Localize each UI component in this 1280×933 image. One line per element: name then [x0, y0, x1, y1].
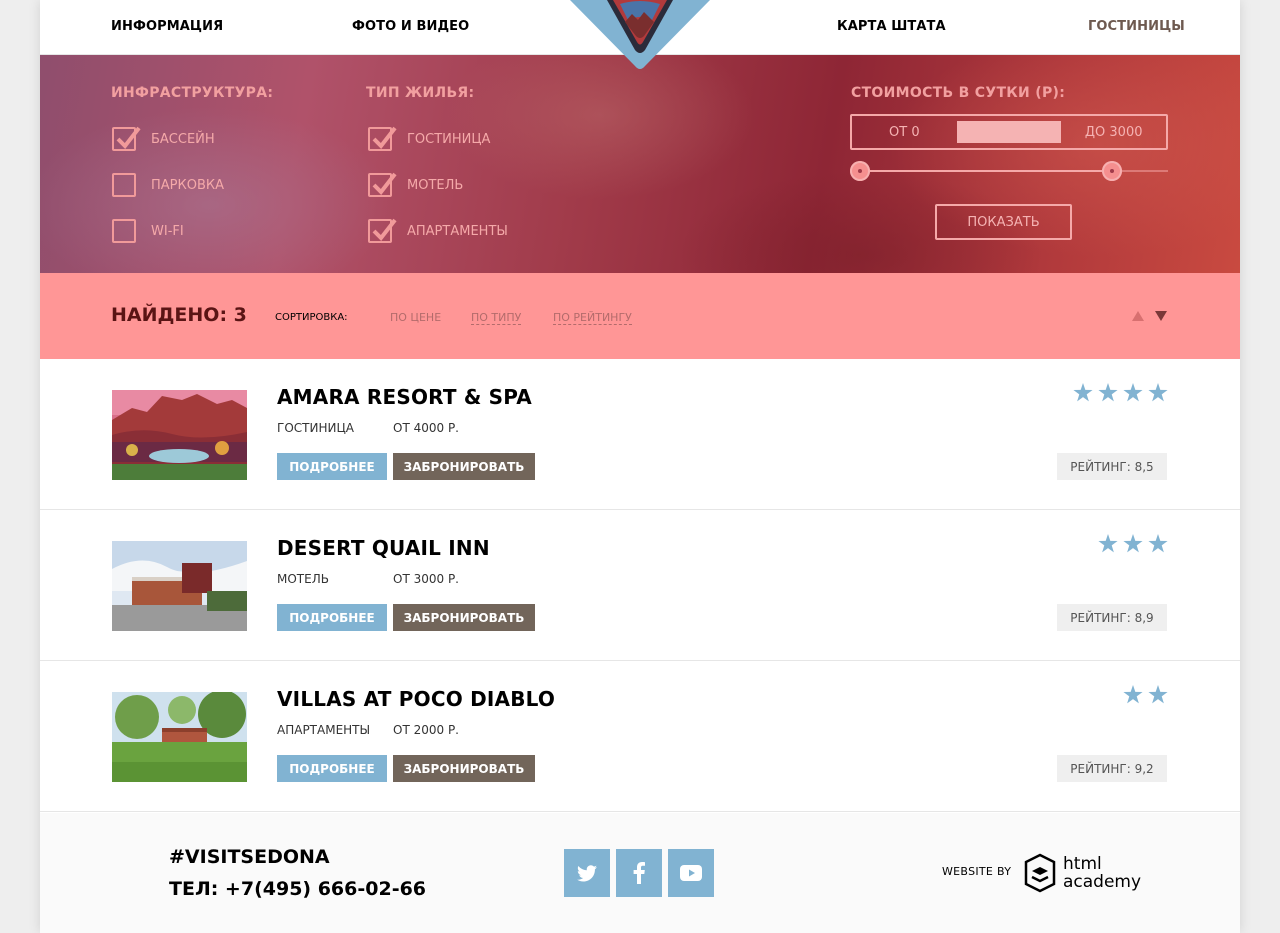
- book-button[interactable]: Забронировать: [393, 604, 535, 631]
- checkbox-motel-label: Мотель: [407, 177, 464, 193]
- twitter-icon: [577, 864, 597, 881]
- checkbox-pool-label: Бассейн: [151, 131, 215, 147]
- website-by-label: Website by: [942, 865, 1012, 878]
- details-button[interactable]: Подробнее: [277, 755, 387, 782]
- sort-by-rating[interactable]: По рейтингу: [553, 311, 632, 325]
- hotel-photo[interactable]: [112, 692, 247, 782]
- youtube-link[interactable]: [668, 849, 714, 897]
- infrastructure-title: Инфраструктура:: [111, 85, 274, 101]
- twitter-link[interactable]: [564, 849, 610, 897]
- price-range-slider: [850, 161, 1168, 181]
- academy-line-2: academy: [1063, 872, 1142, 892]
- checkbox-apartments[interactable]: Апартаменты: [368, 218, 508, 243]
- housing-type-title: Тип жилья:: [366, 85, 475, 101]
- star-icon: [1073, 383, 1093, 402]
- hotel-name[interactable]: Desert Quail Inn: [277, 536, 490, 560]
- nav-hotels-link[interactable]: Гостиницы: [1088, 19, 1185, 34]
- price-range-fields: от 0 до 3000: [850, 114, 1168, 150]
- slider-min-handle[interactable]: [850, 161, 870, 181]
- sort-descending-icon[interactable]: [1155, 311, 1167, 321]
- checkbox-hotel[interactable]: Гостиница: [368, 126, 491, 151]
- hotel-price: от 3000 р.: [393, 572, 459, 586]
- nav-info-link[interactable]: Информация: [111, 19, 223, 34]
- sort-by-type[interactable]: По типу: [471, 311, 522, 325]
- star-icon: [1123, 383, 1143, 402]
- star-icon: [1123, 685, 1143, 704]
- hotel-price: от 2000 р.: [393, 723, 459, 737]
- checkbox-wifi-label: Wi-Fi: [151, 223, 184, 239]
- sort-bar: Найдено: 3 Сортировка: По цене По типу П…: [40, 273, 1240, 359]
- hotel-stars: [1123, 685, 1168, 704]
- city-of-sedona-logo[interactable]: [570, 0, 710, 72]
- facebook-link[interactable]: [616, 849, 662, 897]
- page-footer: #visitsedona Тел: +7(495) 666-02-66 Webs…: [40, 813, 1240, 933]
- hotel-type: Гостиница: [277, 421, 354, 435]
- hashtag: #visitsedona: [169, 846, 330, 868]
- show-button[interactable]: Показать: [935, 204, 1072, 240]
- checkbox-empty-icon[interactable]: [112, 173, 136, 197]
- youtube-icon: [680, 865, 702, 881]
- checkbox-parking[interactable]: Парковка: [112, 173, 224, 197]
- checkbox-apartments-label: Апартаменты: [407, 223, 508, 239]
- sort-by-price[interactable]: По цене: [390, 311, 441, 324]
- star-icon: [1148, 534, 1168, 553]
- checkbox-pool[interactable]: Бассейн: [112, 126, 215, 151]
- price-to-field[interactable]: до 3000: [1061, 125, 1166, 140]
- hotel-rating: Рейтинг: 9,2: [1057, 755, 1167, 782]
- hotel-card: Desert Quail Inn Мотель от 3000 р. Подро…: [40, 510, 1240, 661]
- price-title: Стоимость в сутки (Р):: [851, 85, 1066, 101]
- checkbox-checked-icon[interactable]: [368, 172, 397, 197]
- main-navigation: Информация Фото и видео Карта штата Гост…: [40, 0, 1240, 69]
- academy-line-1: html: [1063, 854, 1102, 874]
- slider-max-handle[interactable]: [1102, 161, 1122, 181]
- details-button[interactable]: Подробнее: [277, 453, 387, 480]
- hotel-search-filters: Инфраструктура: Бассейн Парковка Wi-Fi Т…: [40, 55, 1240, 273]
- book-button[interactable]: Забронировать: [393, 453, 535, 480]
- hotel-stars: [1098, 534, 1168, 553]
- star-icon: [1148, 383, 1168, 402]
- contact-phone: Тел: +7(495) 666-02-66: [169, 878, 427, 900]
- checkbox-checked-icon[interactable]: [368, 218, 397, 243]
- checkbox-checked-icon[interactable]: [112, 126, 141, 151]
- star-icon: [1148, 685, 1168, 704]
- sort-label: Сортировка:: [275, 312, 348, 323]
- hotel-type: Апартаменты: [277, 723, 371, 737]
- hotel-rating: Рейтинг: 8,5: [1057, 453, 1167, 480]
- html-academy-icon: [1024, 853, 1056, 893]
- html-academy-logo[interactable]: html academy: [1024, 853, 1141, 893]
- star-icon: [1098, 534, 1118, 553]
- star-icon: [1098, 383, 1118, 402]
- found-count: Найдено: 3: [111, 304, 247, 326]
- nav-photo-video-link[interactable]: Фото и видео: [352, 19, 469, 34]
- details-button[interactable]: Подробнее: [277, 604, 387, 631]
- hotel-type: Мотель: [277, 572, 329, 586]
- slider-range-fill: [860, 170, 1112, 172]
- hotel-price: от 4000 р.: [393, 421, 459, 435]
- checkbox-parking-label: Парковка: [151, 177, 225, 193]
- hotel-rating: Рейтинг: 8,9: [1057, 604, 1167, 631]
- checkbox-motel[interactable]: Мотель: [368, 172, 464, 197]
- checkbox-wifi[interactable]: Wi-Fi: [112, 219, 184, 243]
- sort-ascending-icon[interactable]: [1132, 311, 1144, 321]
- hotel-name[interactable]: Amara Resort & Spa: [277, 385, 532, 409]
- price-separator: [956, 121, 1062, 143]
- checkbox-checked-icon[interactable]: [368, 126, 397, 151]
- checkbox-empty-icon[interactable]: [112, 219, 136, 243]
- nav-map-link[interactable]: Карта штата: [837, 19, 946, 34]
- book-button[interactable]: Забронировать: [393, 755, 535, 782]
- checkbox-hotel-label: Гостиница: [407, 131, 491, 147]
- page: Информация Фото и видео Карта штата Гост…: [40, 0, 1240, 933]
- hotel-photo[interactable]: [112, 390, 247, 480]
- hotel-card: Villas at Poco Diablo Апартаменты от 200…: [40, 661, 1240, 812]
- hotel-card: Amara Resort & Spa Гостиница от 4000 р. …: [40, 359, 1240, 510]
- hotel-name[interactable]: Villas at Poco Diablo: [277, 687, 555, 711]
- hotel-photo[interactable]: [112, 541, 247, 631]
- star-icon: [1123, 534, 1143, 553]
- facebook-icon: [633, 862, 645, 884]
- price-from-field[interactable]: от 0: [852, 125, 957, 140]
- hotel-stars: [1073, 383, 1168, 402]
